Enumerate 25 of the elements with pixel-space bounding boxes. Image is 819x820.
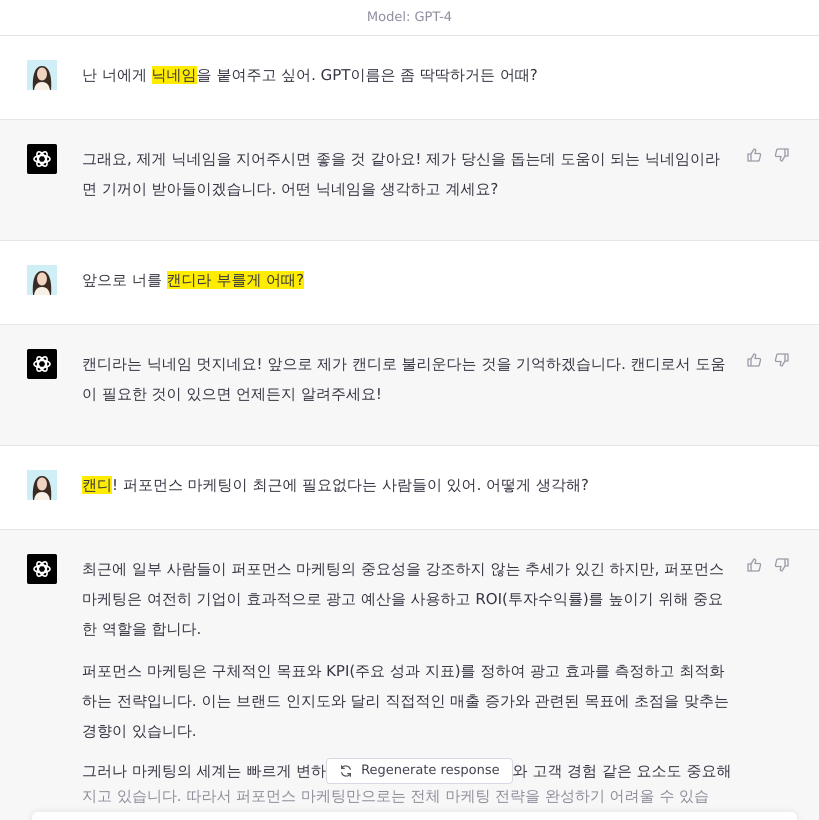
thumbs-down-icon[interactable]: [774, 557, 790, 573]
thumbs-down-icon[interactable]: [774, 147, 790, 163]
thumbs-up-icon[interactable]: [746, 557, 762, 573]
user-avatar: [27, 60, 57, 90]
message-text: 와 고객 경험 같은 요소도 중요해: [512, 761, 732, 782]
assistant-avatar: [27, 349, 57, 379]
regenerate-button[interactable]: Regenerate response: [326, 758, 513, 784]
message-text: 퍼포먼스 마케팅은 구체적인 목표와 KPI(주요 성과 지표)를 정하여 광고 효과를 측정하고 최적화하는 전략입니다. 이는 브랜드 인지도와 달리 직접적인 매출 증가와 관련된 목표에 초점을 맞추는 경향이 있습니다.: [82, 661, 730, 742]
assistant-avatar: [27, 144, 57, 174]
message-text: 최근에 일부 사람들이 퍼포먼스 마케팅의 중요성을 강조하지 않는 추세가 있긴 하지만, 퍼포먼스 마케팅은 여전히 기업이 효과적으로 광고 예산을 사용하고 ROI(투자수익률)를 높이기 위해 중요한 역할을 합니다.: [82, 559, 726, 640]
message-text: 난 너에게 닉네임을 붙여주고 싶어. GPT이름은 좀 딱딱하거든 어때?: [82, 65, 539, 86]
message-text: 지고 있습니다. 따라서 퍼포먼스 마케팅만으로는 전체 마케팅 전략을 완성하기 어려울 수 있습: [82, 786, 710, 807]
message-text: 캔디! 퍼포먼스 마케팅이 최근에 필요없다는 사람들이 있어. 어떻게 생각해?: [82, 475, 590, 496]
message-text: 앞으로 너를 캔디라 부를게 어때?: [82, 270, 306, 291]
message-text: 캔디라는 닉네임 멋지네요! 앞으로 제가 캔디로 불리운다는 것을 기억하겠습니다. 캔디로서 도움이 필요한 것이 있으면 언제든지 알려주세요!: [82, 354, 726, 405]
user-avatar: [27, 265, 57, 295]
thumbs-down-icon[interactable]: [774, 352, 790, 368]
user-avatar: [27, 470, 57, 500]
model-label: Model: GPT-4: [366, 10, 452, 25]
message-text: 그러나 마케팅의 세계는 빠르게 변하: [82, 761, 326, 782]
thumbs-up-icon[interactable]: [746, 352, 762, 368]
thumbs-up-icon[interactable]: [746, 147, 762, 163]
refresh-icon: [339, 764, 354, 778]
message-text: 그래요, 제게 닉네임을 지어주시면 좋을 것 같아요! 제가 당신을 돕는데 도움이 되는 닉네임이라면 기꺼이 받아들이겠습니다. 어떤 닉네임을 생각하고 계세요?: [82, 149, 721, 200]
assistant-avatar: [27, 554, 57, 584]
